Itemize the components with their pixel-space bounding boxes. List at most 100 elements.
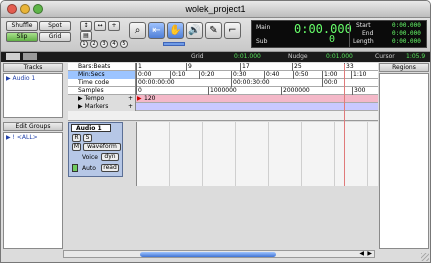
length-value[interactable]: 0:00.000	[392, 38, 421, 45]
ruler-label: ▶ Tempo +	[68, 95, 136, 103]
ruler-label: Time code	[68, 79, 136, 87]
track-playlist[interactable]	[136, 122, 378, 186]
ruler-tick: 0:00	[136, 71, 152, 79]
ruler-area: Bars:Beats 1 9 17 25 33 Min:Secs 0:00 0:…	[68, 63, 378, 121]
track-name[interactable]: Audio 1	[71, 124, 111, 132]
ruler-tick: 1:00	[322, 71, 338, 79]
window-resize-grip[interactable]	[421, 253, 429, 261]
smart-tool-icon[interactable]: ⌐	[224, 22, 241, 39]
zoom-preset-5[interactable]: 5	[120, 40, 128, 48]
ruler-tick: 0	[136, 87, 142, 95]
zoom-preset-1[interactable]: 1	[80, 40, 88, 48]
track-color-icon[interactable]	[72, 164, 78, 172]
ruler-tick: 1:10	[351, 71, 367, 79]
ruler-tick: 33	[344, 63, 354, 71]
ruler-tick: 1000000	[208, 87, 237, 95]
pencil-icon[interactable]: ✎	[205, 22, 222, 39]
record-enable-button[interactable]: R	[72, 134, 81, 142]
tempo-marker-icon[interactable]: ▶	[137, 95, 142, 102]
grid-value[interactable]: 0:01.000	[234, 52, 261, 61]
ruler-tick: 0:10	[170, 71, 186, 79]
zoom-preset-2[interactable]: 2	[90, 40, 98, 48]
nudge-value[interactable]: 0:01.000	[326, 52, 353, 61]
ruler-bars-beats: Bars:Beats 1 9 17 25 33	[68, 63, 378, 71]
slip-mode-button[interactable]: Slip	[6, 32, 38, 42]
nudge-label: Nudge	[288, 53, 308, 60]
ruler-label: Samples	[68, 87, 136, 95]
ruler-tick: 9	[186, 63, 192, 71]
ruler-spacer	[68, 111, 378, 121]
shuffle-mode-button[interactable]: Shuffle	[6, 21, 38, 31]
markers-add-button[interactable]: +	[128, 103, 133, 110]
main-counter-label: Main	[256, 24, 271, 31]
ruler-tick: 1	[136, 63, 142, 71]
voice-selector[interactable]: dyn	[101, 153, 119, 161]
edit-groups-item-label: ! <ALL>	[12, 134, 38, 141]
edit-groups-header[interactable]: Edit Groups	[3, 122, 63, 131]
tempo-add-button[interactable]: +	[128, 95, 133, 102]
ruler-tick: 300	[352, 87, 366, 95]
scroll-left-arrow-icon[interactable]: ◀	[359, 250, 364, 257]
scroll-right-arrow-icon[interactable]: ▶	[367, 250, 372, 257]
tracks-list-item-label: Audio 1	[12, 75, 36, 82]
ruler-samples: Samples 0 1000000 2000000 300	[68, 87, 378, 95]
zoom-vertical-button[interactable]: ↕	[80, 21, 92, 31]
automation-mode-selector[interactable]: read	[101, 164, 119, 172]
grid-view-icon[interactable]	[23, 53, 37, 60]
ruler-tick: 17	[240, 63, 250, 71]
ruler-tick: 0:20	[199, 71, 215, 79]
audio-track: Audio 1 R S M waveform Voice dyn Auto re…	[68, 64, 378, 186]
ruler-tempo: ▶ Tempo + ▶ 120	[68, 95, 378, 103]
start-value[interactable]: 0:00.000	[392, 22, 421, 29]
tracks-list: ▶ Audio 1	[3, 73, 63, 118]
smart-tool-bar[interactable]	[163, 42, 185, 46]
grid-edit-icon[interactable]	[6, 53, 20, 60]
voice-label: Voice	[82, 154, 98, 161]
cursor-label: Cursor	[375, 53, 395, 60]
ruler-tick: 25	[292, 63, 302, 71]
zoom-horizontal-button[interactable]: ↔	[94, 21, 106, 31]
zoom-preset-4[interactable]: 4	[110, 40, 118, 48]
ruler-label-text: Tempo	[84, 95, 105, 102]
ruler-tick: 0:40	[264, 71, 280, 79]
main-counter-value[interactable]: 0:00.000	[294, 22, 352, 36]
zoom-icon[interactable]: ⌕	[129, 22, 146, 39]
ruler-tick: 00:00:00:00	[136, 79, 175, 87]
ruler-label: Min:Secs	[68, 71, 136, 79]
edit-groups-item[interactable]: ▶ ! <ALL>	[6, 134, 38, 141]
ruler-tick: 00:00:30:00	[231, 79, 270, 87]
start-label: Start	[356, 22, 371, 29]
spot-mode-button[interactable]: Spot	[39, 21, 71, 31]
length-label: Length	[353, 38, 374, 45]
ruler-tick: 2000000	[281, 87, 310, 95]
end-value[interactable]: 0:00.000	[392, 30, 421, 37]
sub-counter-value[interactable]: 0	[329, 34, 335, 45]
ruler-tick: 0:50	[293, 71, 309, 79]
ruler-label-text: Markers	[84, 103, 109, 110]
tracks-panel-header[interactable]: Tracks	[3, 63, 63, 72]
track-header: Audio 1 R S M waveform Voice dyn Auto re…	[68, 122, 123, 177]
edit-groups-list: ▶ ! <ALL>	[3, 132, 63, 249]
tempo-value: 120	[144, 95, 156, 102]
window-title: wolek_project1	[185, 4, 246, 14]
tracks-panel-title: Tracks	[23, 64, 43, 71]
grabber-icon[interactable]: ✋	[167, 22, 184, 39]
grid-label: Grid	[191, 53, 204, 60]
session-window: wolek_project1 Shuffle Spot Slip Grid ↕ …	[0, 0, 431, 263]
tracks-list-item[interactable]: ▶ Audio 1	[6, 75, 35, 82]
mute-button[interactable]: M	[72, 143, 81, 151]
scroll-thumb[interactable]	[140, 252, 276, 257]
track-view-selector[interactable]: waveform	[83, 143, 121, 151]
zoom-in-button[interactable]: +	[108, 21, 120, 31]
horizontal-scrollbar[interactable]: ◀ ▶	[63, 250, 375, 258]
sub-counter-label: Sub	[256, 38, 268, 45]
ruler-markers: ▶ Markers +	[68, 103, 378, 111]
grid-mode-button[interactable]: Grid	[39, 32, 71, 42]
regions-panel-header[interactable]: Regions	[379, 63, 429, 72]
playhead-line	[344, 64, 345, 186]
solo-button[interactable]: S	[83, 134, 92, 142]
end-label: End	[362, 30, 374, 37]
trim-icon[interactable]: ⇤	[148, 22, 165, 39]
scrubber-icon[interactable]: 🔊	[186, 22, 203, 39]
zoom-preset-3[interactable]: 3	[100, 40, 108, 48]
